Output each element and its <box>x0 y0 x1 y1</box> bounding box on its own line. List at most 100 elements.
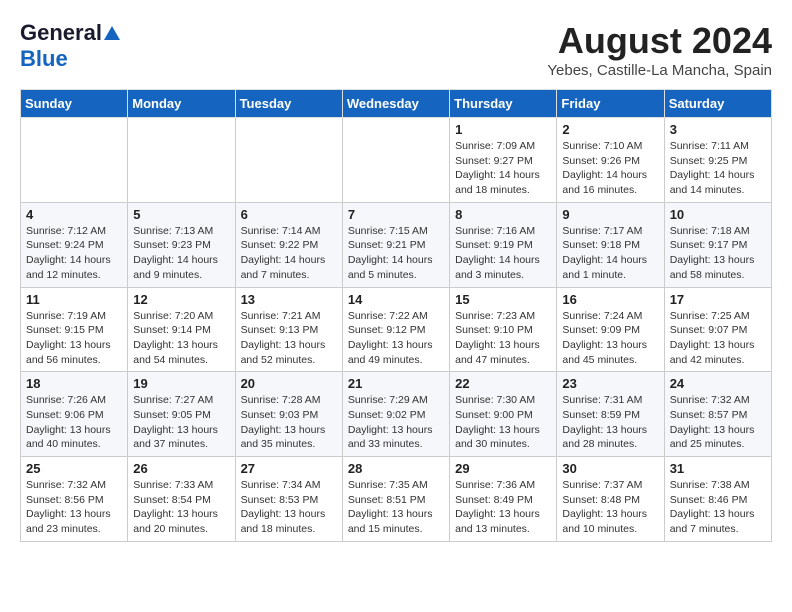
day-info: Sunrise: 7:34 AM Sunset: 8:53 PM Dayligh… <box>241 478 337 537</box>
calendar-week-row: 4 Sunrise: 7:12 AM Sunset: 9:24 PM Daylig… <box>21 202 772 287</box>
logo-blue: Blue <box>20 46 68 71</box>
table-row: 15 Sunrise: 7:23 AM Sunset: 9:10 PM Dayli… <box>450 287 557 372</box>
table-row: 23Sunrise: 7:31 AM Sunset: 8:59 PM Dayli… <box>557 372 664 457</box>
day-number: 24 <box>670 376 766 391</box>
table-row: 13 Sunrise: 7:21 AM Sunset: 9:13 PM Dayli… <box>235 287 342 372</box>
logo-general: General <box>20 20 102 46</box>
day-number: 17 <box>670 292 766 307</box>
day-number: 6 <box>241 207 337 222</box>
table-row <box>21 118 128 203</box>
day-number: 31 <box>670 461 766 476</box>
day-info: Sunrise: 7:16 AM Sunset: 9:19 PM Dayligh… <box>455 224 551 283</box>
day-info: Sunrise: 7:30 AM Sunset: 9:00 PM Dayligh… <box>455 393 551 452</box>
day-info: Sunrise: 7:23 AM Sunset: 9:10 PM Dayligh… <box>455 309 551 368</box>
day-info: Sunrise: 7:32 AM Sunset: 8:57 PM Dayligh… <box>670 393 766 452</box>
day-info: Sunrise: 7:12 AM Sunset: 9:24 PM Dayligh… <box>26 224 122 283</box>
day-number: 20 <box>241 376 337 391</box>
day-number: 13 <box>241 292 337 307</box>
day-info: Sunrise: 7:26 AM Sunset: 9:06 PM Dayligh… <box>26 393 122 452</box>
table-row: 25Sunrise: 7:32 AM Sunset: 8:56 PM Dayli… <box>21 457 128 542</box>
header-thursday: Thursday <box>450 90 557 118</box>
header-saturday: Saturday <box>664 90 771 118</box>
table-row <box>235 118 342 203</box>
day-number: 8 <box>455 207 551 222</box>
day-number: 4 <box>26 207 122 222</box>
header-friday: Friday <box>557 90 664 118</box>
day-number: 10 <box>670 207 766 222</box>
calendar-table: Sunday Monday Tuesday Wednesday Thursday… <box>20 89 772 542</box>
day-info: Sunrise: 7:20 AM Sunset: 9:14 PM Dayligh… <box>133 309 229 368</box>
day-info: Sunrise: 7:29 AM Sunset: 9:02 PM Dayligh… <box>348 393 444 452</box>
table-row: 17Sunrise: 7:25 AM Sunset: 9:07 PM Dayli… <box>664 287 771 372</box>
day-info: Sunrise: 7:36 AM Sunset: 8:49 PM Dayligh… <box>455 478 551 537</box>
day-number: 2 <box>562 122 658 137</box>
header-wednesday: Wednesday <box>342 90 449 118</box>
header-tuesday: Tuesday <box>235 90 342 118</box>
table-row <box>342 118 449 203</box>
day-info: Sunrise: 7:33 AM Sunset: 8:54 PM Dayligh… <box>133 478 229 537</box>
day-number: 11 <box>26 292 122 307</box>
table-row: 20 Sunrise: 7:28 AM Sunset: 9:03 PM Dayli… <box>235 372 342 457</box>
table-row: 14 Sunrise: 7:22 AM Sunset: 9:12 PM Dayli… <box>342 287 449 372</box>
day-number: 22 <box>455 376 551 391</box>
table-row: 7 Sunrise: 7:15 AM Sunset: 9:21 PM Daylig… <box>342 202 449 287</box>
day-info: Sunrise: 7:19 AM Sunset: 9:15 PM Dayligh… <box>26 309 122 368</box>
header-monday: Monday <box>128 90 235 118</box>
day-number: 1 <box>455 122 551 137</box>
calendar-week-row: 1 Sunrise: 7:09 AM Sunset: 9:27 PM Daylig… <box>21 118 772 203</box>
calendar-header-row: Sunday Monday Tuesday Wednesday Thursday… <box>21 90 772 118</box>
table-row: 18 Sunrise: 7:26 AM Sunset: 9:06 PM Dayli… <box>21 372 128 457</box>
calendar-week-row: 11 Sunrise: 7:19 AM Sunset: 9:15 PM Dayli… <box>21 287 772 372</box>
day-number: 23 <box>562 376 658 391</box>
table-row: 30 Sunrise: 7:37 AM Sunset: 8:48 PM Dayli… <box>557 457 664 542</box>
day-number: 7 <box>348 207 444 222</box>
table-row: 29 Sunrise: 7:36 AM Sunset: 8:49 PM Dayli… <box>450 457 557 542</box>
table-row: 21 Sunrise: 7:29 AM Sunset: 9:02 PM Dayli… <box>342 372 449 457</box>
day-info: Sunrise: 7:28 AM Sunset: 9:03 PM Dayligh… <box>241 393 337 452</box>
day-number: 12 <box>133 292 229 307</box>
table-row: 27 Sunrise: 7:34 AM Sunset: 8:53 PM Dayli… <box>235 457 342 542</box>
title-area: August 2024 Yebes, Castille-La Mancha, S… <box>547 20 772 79</box>
table-row: 5Sunrise: 7:13 AM Sunset: 9:23 PM Daylig… <box>128 202 235 287</box>
day-info: Sunrise: 7:15 AM Sunset: 9:21 PM Dayligh… <box>348 224 444 283</box>
table-row: 31 Sunrise: 7:38 AM Sunset: 8:46 PM Dayli… <box>664 457 771 542</box>
day-info: Sunrise: 7:17 AM Sunset: 9:18 PM Dayligh… <box>562 224 658 283</box>
table-row: 28 Sunrise: 7:35 AM Sunset: 8:51 PM Dayli… <box>342 457 449 542</box>
day-info: Sunrise: 7:21 AM Sunset: 9:13 PM Dayligh… <box>241 309 337 368</box>
day-info: Sunrise: 7:13 AM Sunset: 9:23 PM Dayligh… <box>133 224 229 283</box>
day-info: Sunrise: 7:35 AM Sunset: 8:51 PM Dayligh… <box>348 478 444 537</box>
day-number: 27 <box>241 461 337 476</box>
day-info: Sunrise: 7:37 AM Sunset: 8:48 PM Dayligh… <box>562 478 658 537</box>
day-number: 14 <box>348 292 444 307</box>
table-row: 19 Sunrise: 7:27 AM Sunset: 9:05 PM Dayli… <box>128 372 235 457</box>
table-row: 24 Sunrise: 7:32 AM Sunset: 8:57 PM Dayli… <box>664 372 771 457</box>
logo-triangle <box>104 26 120 40</box>
table-row: 9Sunrise: 7:17 AM Sunset: 9:18 PM Daylig… <box>557 202 664 287</box>
day-number: 28 <box>348 461 444 476</box>
table-row: 22 Sunrise: 7:30 AM Sunset: 9:00 PM Dayli… <box>450 372 557 457</box>
table-row: 11 Sunrise: 7:19 AM Sunset: 9:15 PM Dayli… <box>21 287 128 372</box>
table-row: 1 Sunrise: 7:09 AM Sunset: 9:27 PM Daylig… <box>450 118 557 203</box>
day-number: 3 <box>670 122 766 137</box>
day-info: Sunrise: 7:22 AM Sunset: 9:12 PM Dayligh… <box>348 309 444 368</box>
day-number: 25 <box>26 461 122 476</box>
day-number: 15 <box>455 292 551 307</box>
day-info: Sunrise: 7:09 AM Sunset: 9:27 PM Dayligh… <box>455 139 551 198</box>
day-info: Sunrise: 7:27 AM Sunset: 9:05 PM Dayligh… <box>133 393 229 452</box>
day-info: Sunrise: 7:11 AM Sunset: 9:25 PM Dayligh… <box>670 139 766 198</box>
table-row: 8 Sunrise: 7:16 AM Sunset: 9:19 PM Daylig… <box>450 202 557 287</box>
table-row <box>128 118 235 203</box>
day-info: Sunrise: 7:18 AM Sunset: 9:17 PM Dayligh… <box>670 224 766 283</box>
table-row: 3 Sunrise: 7:11 AM Sunset: 9:25 PM Daylig… <box>664 118 771 203</box>
day-number: 19 <box>133 376 229 391</box>
table-row: 10 Sunrise: 7:18 AM Sunset: 9:17 PM Dayli… <box>664 202 771 287</box>
day-number: 29 <box>455 461 551 476</box>
day-number: 21 <box>348 376 444 391</box>
day-info: Sunrise: 7:10 AM Sunset: 9:26 PM Dayligh… <box>562 139 658 198</box>
location-subtitle: Yebes, Castille-La Mancha, Spain <box>547 62 772 79</box>
day-number: 18 <box>26 376 122 391</box>
day-info: Sunrise: 7:38 AM Sunset: 8:46 PM Dayligh… <box>670 478 766 537</box>
page-header: General Blue August 2024 Yebes, Castille… <box>20 20 772 79</box>
day-number: 30 <box>562 461 658 476</box>
calendar-week-row: 18 Sunrise: 7:26 AM Sunset: 9:06 PM Dayli… <box>21 372 772 457</box>
